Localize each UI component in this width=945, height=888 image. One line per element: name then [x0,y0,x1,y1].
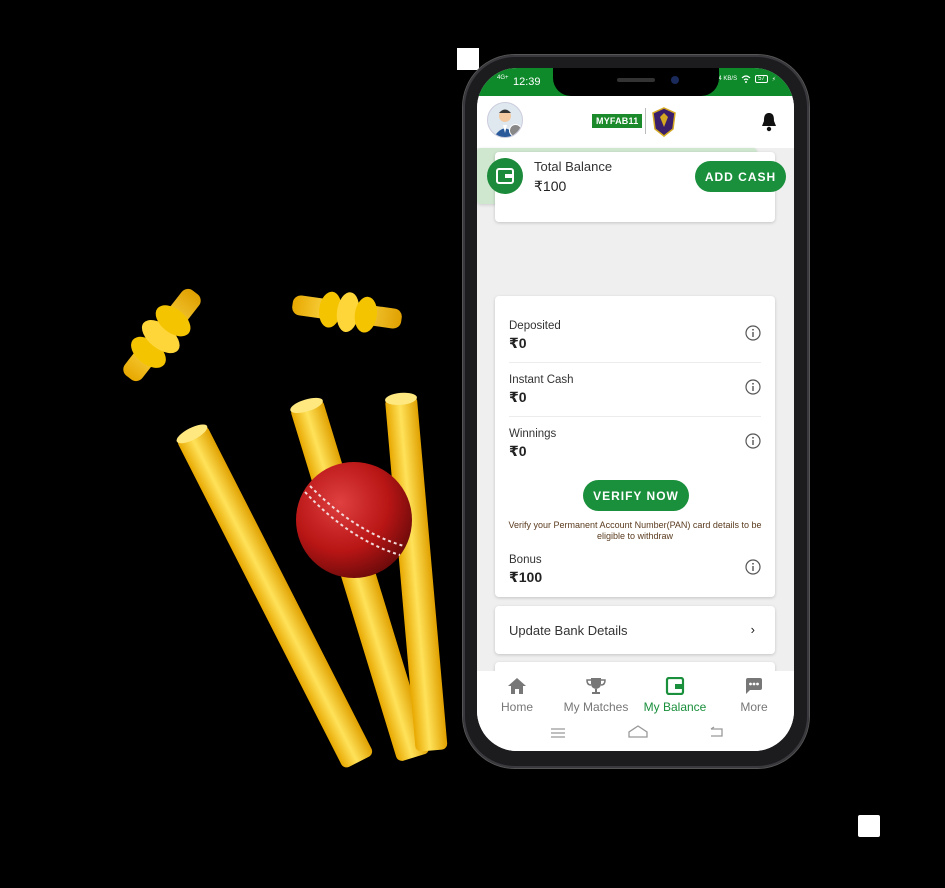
winnings-row: Winnings ₹0 [509,428,761,460]
chevron-right-icon: › [750,622,755,637]
trophy-icon [586,678,606,694]
nav-more[interactable]: More [714,677,794,714]
deposited-row: Deposited ₹0 [509,320,761,352]
status-time: 12:39 [513,76,541,88]
deposited-label: Deposited [509,320,561,332]
back-icon[interactable] [709,726,725,738]
bell-icon[interactable] [760,112,778,132]
system-home-icon[interactable] [627,725,649,739]
verify-now-button[interactable]: VERIFY NOW [583,480,689,511]
wifi-icon [741,75,751,83]
nav-more-label: More [740,700,768,714]
row-divider [509,416,761,417]
battery-icon: 57 [755,75,768,83]
wallet-icon [487,158,523,194]
row-divider [509,362,761,363]
balance-breakdown-card: Deposited ₹0 Instant Cash ₹0 Winnings ₹0… [495,296,775,597]
instant-cash-label: Instant Cash [509,374,574,386]
nav-my-balance-label: My Balance [643,700,707,714]
system-navigation-bar [477,723,794,747]
logo-divider [645,108,646,134]
bottom-navigation: Home My Matches My Balance More [477,671,794,751]
info-icon[interactable] [745,325,761,341]
winnings-label: Winnings [509,428,557,440]
info-icon[interactable] [745,379,761,395]
balance-page-content: Total Balance ₹100 ADD CASH Deposited ₹0… [477,148,794,692]
phone-notch [553,68,719,96]
charging-icon: ⚡ [771,76,776,83]
wallet-icon [665,677,685,695]
total-balance-value: ₹100 [534,178,567,194]
update-bank-details-label: Update Bank Details [509,623,628,638]
nav-my-matches-label: My Matches [563,700,629,714]
info-icon[interactable] [745,559,761,575]
network-indicator: 4G+ [497,75,509,81]
team-crest-icon [652,107,676,137]
instant-cash-value: ₹0 [509,389,527,405]
phone-frame: 4G+ 12:39 75.4 KB/S 57 ⚡ MYFAB11 Total B… [463,55,809,768]
wallet-glyph [496,168,514,184]
nav-my-matches[interactable]: My Matches [556,677,636,714]
nav-home[interactable]: Home [477,677,557,714]
nav-my-balance[interactable]: My Balance [635,677,715,714]
total-balance-label: Total Balance [534,159,613,174]
app-header: MYFAB11 [477,96,794,148]
app-logo: MYFAB11 [592,114,643,128]
bonus-row: Bonus ₹100 [509,554,761,586]
home-icon [508,678,526,694]
bonus-label: Bonus [509,554,542,566]
verify-pan-note: Verify your Permanent Account Number(PAN… [508,520,762,541]
nav-home-label: Home [500,700,533,714]
info-icon[interactable] [745,433,761,449]
speaker-grille [617,78,655,82]
status-right: 75.4 KB/S 57 ⚡ [710,75,776,83]
deposited-value: ₹0 [509,335,527,351]
instant-cash-row: Instant Cash ₹0 [509,374,761,406]
winnings-value: ₹0 [509,443,527,459]
menu-icon[interactable] [550,727,566,739]
bonus-value: ₹100 [509,569,543,585]
avatar-badge [509,124,522,137]
bail-left [123,288,201,382]
user-avatar-icon[interactable] [487,102,523,138]
add-cash-button[interactable]: ADD CASH [695,161,786,192]
front-camera [671,76,679,84]
cricket-ball [296,462,412,578]
update-bank-details-row[interactable]: Update Bank Details › [495,606,775,654]
more-icon [746,678,762,694]
phone-screen: 4G+ 12:39 75.4 KB/S 57 ⚡ MYFAB11 Total B… [477,68,794,751]
bail-right [292,291,402,333]
